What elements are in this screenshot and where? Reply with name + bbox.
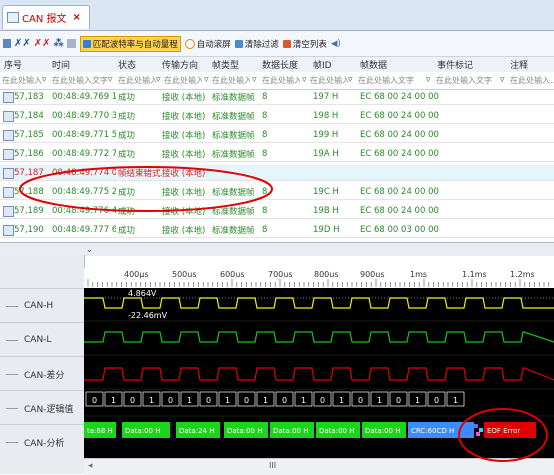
channel-tree-line	[6, 441, 18, 443]
channel-tree-line	[6, 407, 18, 409]
time-tick-label: 1.1ms	[462, 270, 487, 279]
time-tick-label: 500us	[172, 270, 197, 279]
channel-name: CAN-分析	[24, 438, 65, 449]
time-tick-label: 1.2ms	[510, 270, 535, 279]
analysis-field-label: ta:68 H	[87, 427, 113, 435]
analysis-field-label: Data:00 H	[227, 427, 262, 435]
logic-bit-value: 1	[149, 396, 154, 405]
logic-bit-value: 0	[206, 396, 211, 405]
time-tick-label: 700us	[268, 270, 293, 279]
logic-bit-value: 0	[320, 396, 325, 405]
logic-bit-value: 1	[111, 396, 116, 405]
analysis-field-label: Data:00 H	[273, 427, 308, 435]
waveform-area[interactable]: 4.864V -22.46mV 0 1 0 1 0 1 0 1 0 1 0 1 0 1 0 1 0 1 0 1 ta:68 …	[84, 288, 554, 458]
panel-marker-icon: ⌄	[86, 245, 93, 254]
can-diff-trace	[84, 367, 554, 381]
channel-label[interactable]: CAN-L	[0, 322, 84, 357]
channel-name: CAN-L	[24, 335, 52, 345]
logic-bit-value: 1	[453, 396, 458, 405]
channel-label[interactable]: CAN-逻辑值	[0, 390, 84, 425]
logic-bit-value: 0	[396, 396, 401, 405]
channel-name: CAN-逻辑值	[24, 404, 74, 415]
analysis-field-label: Data:00 H	[365, 427, 400, 435]
channel-label[interactable]: CAN-差分	[0, 356, 84, 391]
logic-bit-value: 1	[263, 396, 268, 405]
logic-bit-value: 1	[339, 396, 344, 405]
frame-marker	[474, 424, 478, 428]
logic-bit-value: 0	[130, 396, 135, 405]
logic-bit-value: 1	[377, 396, 382, 405]
analysis-field-label: CRC:60CD H	[411, 427, 454, 435]
time-tick-label: 400μs	[124, 270, 149, 279]
time-tick-label: 800us	[314, 270, 339, 279]
can-h-trace	[84, 297, 554, 309]
analysis-field-label: Data:00 H	[319, 427, 354, 435]
voltage-readout: -22.46mV	[128, 311, 168, 320]
logic-bit-value: 1	[187, 396, 192, 405]
scroll-thumb[interactable]: III	[269, 461, 276, 470]
time-tick-label: 600us	[220, 270, 245, 279]
logic-bit-value: 0	[244, 396, 249, 405]
logic-bit-value: 0	[434, 396, 439, 405]
frame-marker	[476, 432, 480, 436]
logic-bit-value: 0	[168, 396, 173, 405]
logic-bit-value: 1	[415, 396, 420, 405]
logic-bit-value: 0	[358, 396, 363, 405]
time-tick-label: 1ms	[410, 270, 427, 279]
time-tick-label: 900us	[360, 270, 385, 279]
horizontal-scrollbar[interactable]: ◂ III	[84, 458, 554, 475]
error-row-highlight-ellipse	[19, 166, 273, 212]
can-l-trace	[84, 331, 554, 343]
channel-label-column: CAN-H CAN-L CAN-差分 CAN-逻辑值 CAN-分析	[0, 255, 85, 474]
channel-tree-line	[6, 305, 18, 307]
logic-bit-value: 1	[225, 396, 230, 405]
channel-name: CAN-H	[24, 301, 54, 311]
frame-marker	[479, 428, 483, 432]
logic-bit-value: 0	[282, 396, 287, 405]
channel-tree-line	[6, 373, 18, 375]
time-axis-ruler: 400μs 500us 600us 700us 800us 900us 1ms 1.1ms 1.…	[87, 270, 550, 287]
channel-tree-line	[6, 339, 18, 341]
time-axis: 400μs 500us 600us 700us 800us 900us 1ms 1.1ms 1.…	[84, 268, 554, 288]
channel-label[interactable]: CAN-H	[0, 288, 84, 323]
logic-bit-value: 1	[301, 396, 306, 405]
channel-label[interactable]: CAN-分析	[0, 424, 84, 459]
logic-bit-value: 0	[92, 396, 97, 405]
scroll-left-icon[interactable]: ◂	[88, 461, 93, 471]
channel-name: CAN-差分	[24, 370, 65, 381]
analysis-field-label: Data:00 H	[125, 427, 160, 435]
analysis-field-label: EOF Error	[487, 427, 520, 435]
analysis-field-label: Data:24 H	[179, 427, 214, 435]
waveform-canvas: 4.864V -22.46mV 0 1 0 1 0 1 0 1 0 1 0 1 0 1 0 1 0 1 0 1 ta:68 …	[84, 289, 554, 438]
wave-panel-header: ⌄	[0, 242, 554, 256]
voltage-readout: 4.864V	[128, 289, 157, 298]
